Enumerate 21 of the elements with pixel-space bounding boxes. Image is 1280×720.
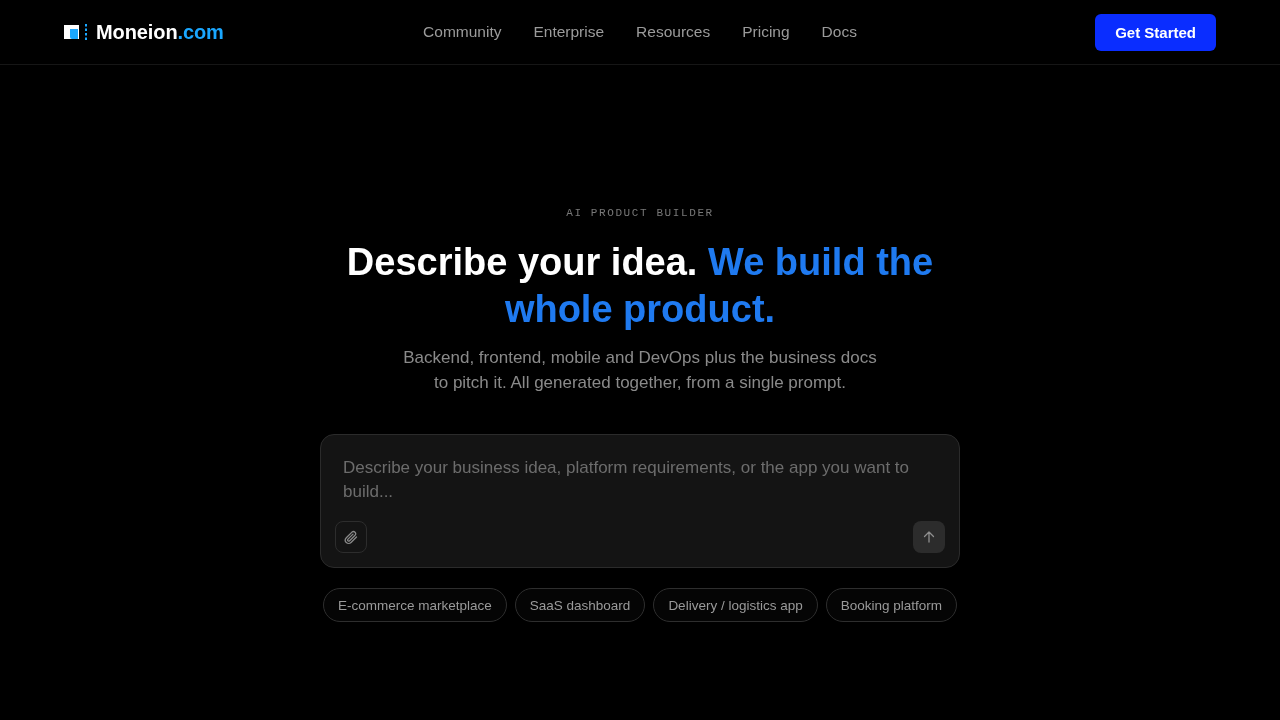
send-button[interactable] <box>913 521 945 553</box>
brand-name: Moneion.com <box>96 20 224 44</box>
idea-input[interactable]: Describe your business idea, platform requirements, or the app you want to build... <box>335 449 945 521</box>
attach-button[interactable] <box>335 521 367 553</box>
suggestion-chip[interactable]: E-commerce marketplace <box>323 588 507 622</box>
nav-link[interactable]: Enterprise <box>533 23 605 41</box>
nav-link[interactable]: Resources <box>636 23 711 41</box>
suggestion-chip[interactable]: Booking platform <box>825 588 957 622</box>
logo-icon <box>64 24 88 40</box>
arrow-up-icon <box>923 531 935 543</box>
hero-heading: Describe your idea. We build the whole product. <box>345 240 935 332</box>
prompt-field[interactable]: Describe your business idea, platform requirements, or the app you want to build... <box>320 434 960 568</box>
nav-link[interactable]: Pricing <box>742 23 790 41</box>
get-started-button[interactable]: Get Started <box>1095 13 1216 51</box>
suggestion-chip[interactable]: SaaS dashboard <box>514 588 646 622</box>
nav-link[interactable]: Docs <box>821 23 857 41</box>
nav-link[interactable]: Community <box>423 23 502 41</box>
suggestion-chip[interactable]: Delivery / logistics app <box>653 588 818 622</box>
hero-subtitle: Backend, frontend, mobile and DevOps plus the business docs to pitch it. All generated together, from a single prompt. <box>402 347 878 394</box>
eyebrow-label: AI PRODUCT BUILDER <box>566 206 714 220</box>
paperclip-icon <box>344 529 358 545</box>
